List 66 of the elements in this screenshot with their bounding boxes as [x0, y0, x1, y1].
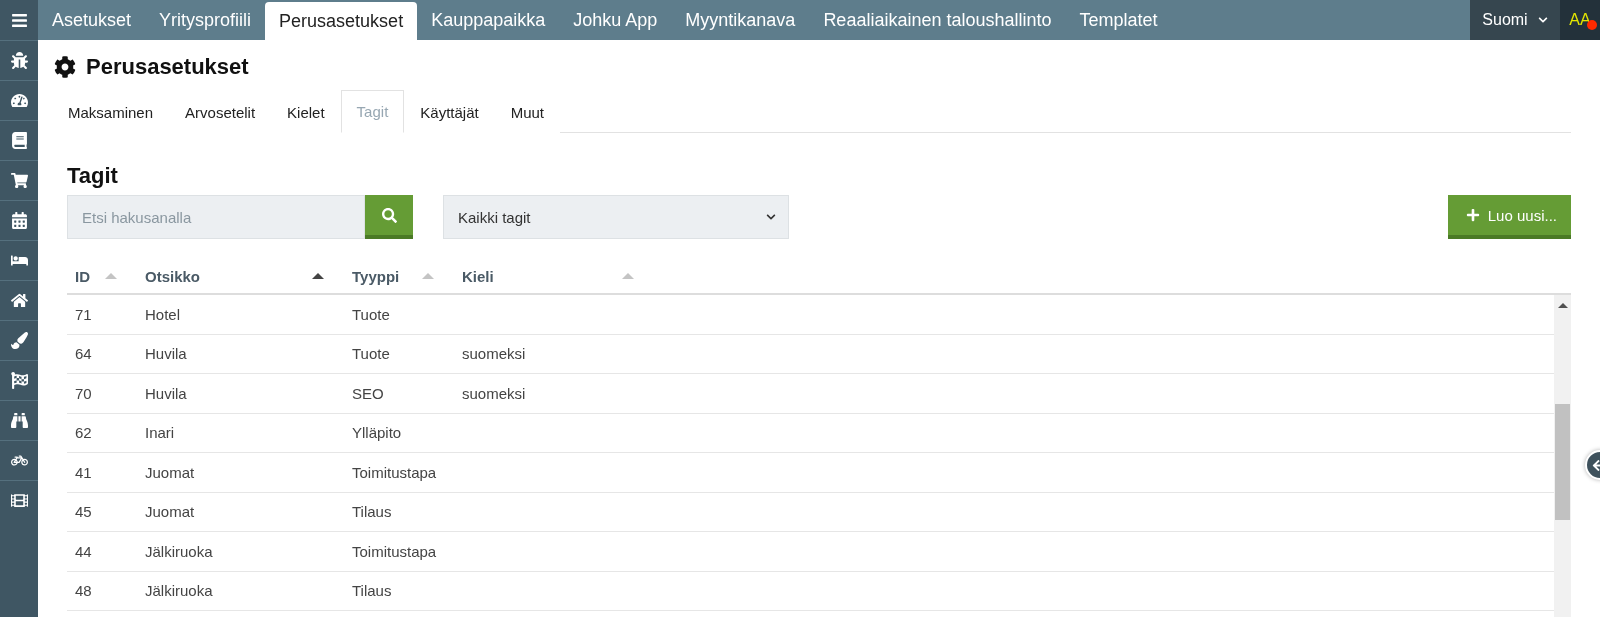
table-cell-text: 62 [74, 424, 93, 442]
table-cell-text: Hotel [144, 305, 182, 323]
plus-icon [1465, 208, 1480, 222]
table-cell-text: suomeksi [461, 345, 527, 363]
column-header[interactable]: Kieli [454, 259, 654, 293]
top-tab[interactable]: Yritysprofiili [145, 0, 266, 40]
table-cell-text: Huvila [144, 345, 188, 363]
scrollbar-thumb[interactable] [1555, 404, 1570, 520]
table-cell-text: 70 [74, 384, 93, 402]
language-dropdown[interactable]: Suomi [1470, 0, 1560, 40]
table-cell-text: Tuote [351, 345, 391, 363]
film-icon [10, 492, 28, 509]
bug-icon [10, 52, 28, 69]
table-cell-text: Jälkiruoka [144, 582, 214, 600]
column-header[interactable]: Otsikko [137, 259, 344, 293]
table-cell-text: Jälkiruoka [144, 542, 214, 560]
page-title: Perusasetukset [86, 54, 249, 80]
table-cell-text: Tuote [351, 305, 391, 323]
search-field[interactable]: Etsi hakusanalla [67, 195, 365, 239]
top-tab[interactable]: Perusasetukset [265, 2, 418, 40]
table-cell-text: Tilaus [351, 503, 393, 521]
menu-button[interactable] [0, 0, 38, 40]
table-cell-text: SEO [351, 384, 385, 402]
top-tab[interactable]: Kauppapaikka [417, 0, 560, 40]
table-cell-text: 41 [74, 463, 93, 481]
table-cell-text: Inari [144, 424, 176, 442]
tag-filter-dropdown[interactable]: Kaikki tagit [443, 195, 789, 239]
home-icon [10, 292, 28, 309]
flag-icon [10, 372, 28, 389]
table-cell-text: 44 [74, 542, 93, 560]
binoculars-icon [10, 412, 28, 429]
table-cell-text: Toimitustapa [351, 542, 438, 560]
calendar-icon [10, 212, 28, 229]
scroll-up-icon [1557, 303, 1568, 308]
table-cell-text: Juomat [144, 463, 196, 481]
cart-icon [10, 172, 28, 189]
table-cell-text: Ylläpito [351, 424, 403, 442]
top-tab[interactable]: Reaaliaikainen taloushallinto [809, 0, 1066, 40]
book-icon [10, 132, 28, 149]
search-icon [381, 207, 397, 223]
table-cell-text: 64 [74, 345, 93, 363]
table-cell-text: Huvila [144, 384, 188, 402]
search-button[interactable] [365, 195, 413, 239]
brush-icon [10, 332, 28, 349]
bicycle-icon [10, 452, 28, 469]
column-header[interactable]: Tyyppi [344, 259, 454, 293]
top-tab[interactable]: Templatet [1065, 0, 1172, 40]
menu-icon [10, 11, 28, 29]
chevron-icon [766, 212, 776, 222]
table-cell-text: Toimitustapa [351, 463, 438, 481]
table-cell-text: Tilaus [351, 582, 393, 600]
scrollbar[interactable] [1554, 295, 1571, 617]
bed-icon [10, 252, 28, 269]
top-tab[interactable]: Asetukset [38, 0, 146, 40]
table-cell-text: Juomat [144, 503, 196, 521]
table-cell-text: 45 [74, 503, 93, 521]
table-cell-text: suomeksi [461, 384, 527, 402]
settings-icon [54, 56, 76, 78]
table-cell-text: 71 [74, 305, 93, 323]
section-title: Tagit [67, 163, 119, 189]
gauge-icon [10, 92, 28, 109]
chevron-icon [1537, 15, 1548, 25]
column-header[interactable]: ID [67, 259, 137, 293]
table-cell-text: 48 [74, 582, 93, 600]
top-tab[interactable]: Myyntikanava [671, 0, 810, 40]
top-tab[interactable]: Johku App [559, 0, 672, 40]
